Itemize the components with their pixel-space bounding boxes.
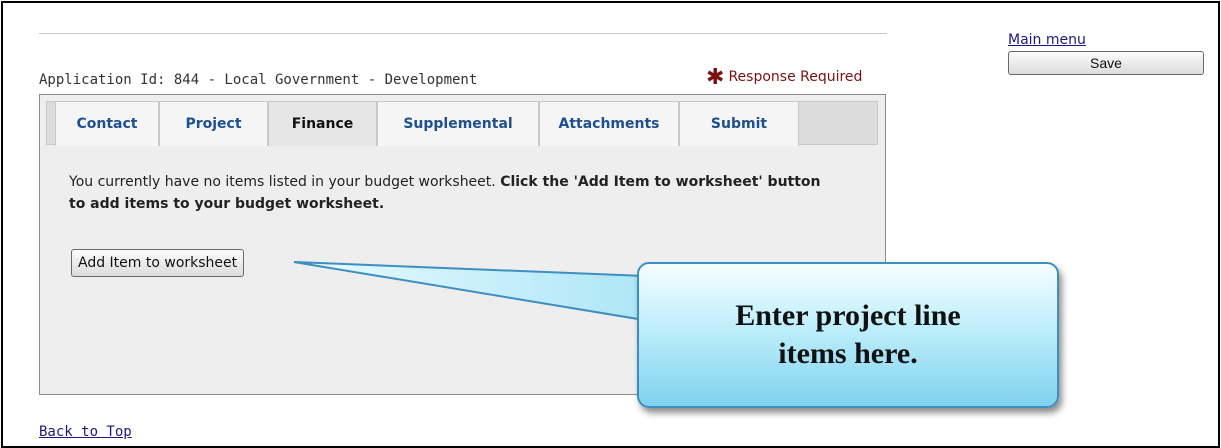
tab-bar: Contact Project Finance Supplemental Att… <box>46 101 878 146</box>
empty-worksheet-message: You currently have no items listed in yo… <box>69 171 829 215</box>
top-divider <box>39 33 887 34</box>
application-id: Application Id: 844 - Local Government -… <box>39 72 478 88</box>
main-menu-link[interactable]: Main menu <box>1008 32 1086 48</box>
add-item-button[interactable]: Add Item to worksheet <box>71 249 245 277</box>
back-to-top-link[interactable]: Back to Top <box>39 424 132 440</box>
save-button[interactable]: Save <box>1008 51 1204 75</box>
message-text: You currently have no items listed in yo… <box>69 174 501 190</box>
tab-project[interactable]: Project <box>159 102 268 146</box>
callout-box: Enter project line items here. <box>637 262 1059 408</box>
required-star-icon: ✱ <box>706 65 725 90</box>
callout-text: Enter project line items here. <box>735 299 961 370</box>
response-required-legend: ✱ Response Required <box>706 67 863 89</box>
tab-submit[interactable]: Submit <box>679 102 799 146</box>
tab-finance[interactable]: Finance <box>268 102 377 146</box>
tab-supplemental[interactable]: Supplemental <box>377 102 539 146</box>
response-required-label: Response Required <box>728 69 863 85</box>
tab-contact[interactable]: Contact <box>55 102 159 146</box>
tab-attachments[interactable]: Attachments <box>539 102 679 146</box>
